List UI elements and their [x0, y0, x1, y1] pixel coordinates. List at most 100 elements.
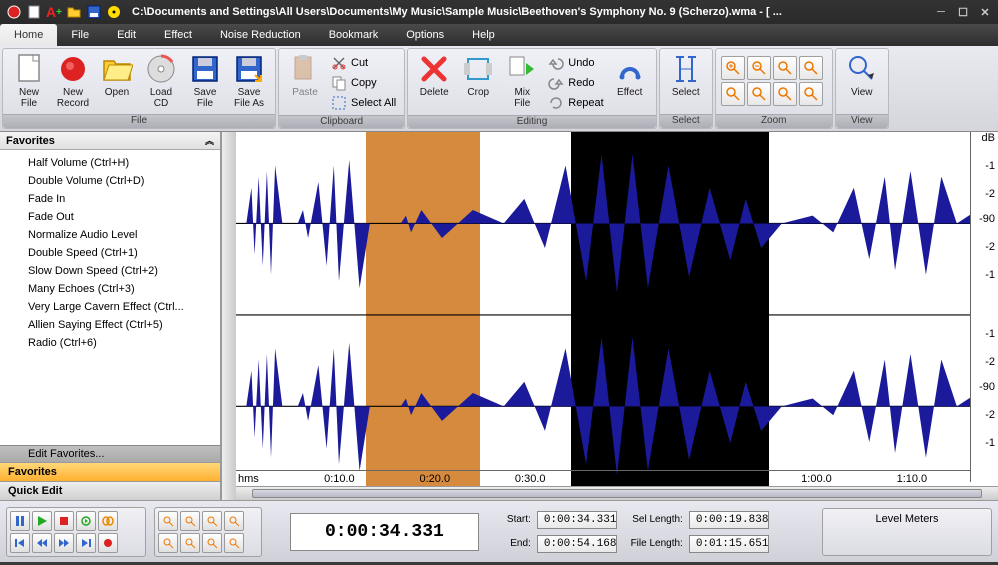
zoom-8[interactable] — [224, 533, 244, 553]
group-view-label: View — [836, 114, 888, 128]
quick-edit-panel-button[interactable]: Quick Edit — [0, 481, 220, 500]
zoom-v-out-button[interactable] — [747, 82, 771, 106]
save-file-as-button[interactable]: SaveFile As — [227, 51, 271, 111]
time-display: 0:00:34.331 — [290, 513, 479, 551]
transport-panel — [6, 507, 146, 557]
tab-home[interactable]: Home — [0, 24, 57, 46]
loop-button[interactable] — [98, 511, 118, 531]
rewind-button[interactable] — [32, 533, 52, 553]
favorites-list: Half Volume (Ctrl+H) Double Volume (Ctrl… — [0, 150, 220, 445]
tab-edit[interactable]: Edit — [103, 24, 150, 46]
zoom-v-in-button[interactable] — [721, 82, 745, 106]
list-item[interactable]: Slow Down Speed (Ctrl+2) — [0, 262, 220, 280]
view-button[interactable]: View — [840, 51, 884, 100]
zoom-out-button[interactable] — [747, 56, 771, 80]
time-ruler: hms 0:10.0 0:20.0 0:30.0 0:40.0 0:50.0 1… — [236, 470, 970, 486]
pause-button[interactable] — [10, 511, 30, 531]
stop-button[interactable] — [54, 511, 74, 531]
redo-button[interactable]: Redo — [544, 73, 607, 93]
end-label: End: — [499, 538, 531, 549]
favorites-panel-button[interactable]: Favorites — [0, 462, 220, 481]
open-folder-icon[interactable] — [66, 4, 82, 20]
list-item[interactable]: Fade Out — [0, 208, 220, 226]
zoom-full-button[interactable] — [773, 56, 797, 80]
zoom-sel-button[interactable] — [799, 56, 823, 80]
group-clipboard-label: Clipboard — [279, 115, 404, 128]
load-cd-button[interactable]: LoadCD — [139, 51, 183, 111]
undo-button[interactable]: Undo — [544, 53, 607, 73]
zoom-7[interactable] — [202, 533, 222, 553]
mix-file-button[interactable]: MixFile — [500, 51, 544, 111]
new-record-button[interactable]: NewRecord — [51, 51, 95, 111]
effect-button[interactable]: Effect — [608, 51, 652, 100]
tab-noise-reduction[interactable]: Noise Reduction — [206, 24, 315, 46]
zoom-1[interactable] — [158, 511, 178, 531]
zoom-5[interactable] — [158, 533, 178, 553]
tab-bookmark[interactable]: Bookmark — [315, 24, 393, 46]
horizontal-scrollbar[interactable] — [236, 486, 998, 500]
maximize-button[interactable]: ☐ — [956, 5, 970, 19]
radiation-icon[interactable] — [106, 4, 122, 20]
crop-button[interactable]: Crop — [456, 51, 500, 100]
save-file-button[interactable]: SaveFile — [183, 51, 227, 111]
list-item[interactable]: Double Speed (Ctrl+1) — [0, 244, 220, 262]
file-length-value: 0:01:15.651 — [689, 535, 769, 553]
zoom-6[interactable] — [180, 533, 200, 553]
zoom-4[interactable] — [224, 511, 244, 531]
zoom-2[interactable] — [180, 511, 200, 531]
play-sel-button[interactable] — [76, 511, 96, 531]
zoom-in-button[interactable] — [721, 56, 745, 80]
list-item[interactable]: Radio (Ctrl+6) — [0, 334, 220, 352]
paste-button[interactable]: Paste — [283, 51, 327, 100]
list-item[interactable]: Double Volume (Ctrl+D) — [0, 172, 220, 190]
new-file-button[interactable]: NewFile — [7, 51, 51, 111]
zoom-b7-button[interactable] — [773, 82, 797, 106]
zoom-3[interactable] — [202, 511, 222, 531]
list-item[interactable]: Many Echoes (Ctrl+3) — [0, 280, 220, 298]
list-item[interactable]: Very Large Cavern Effect (Ctrl... — [0, 298, 220, 316]
close-button[interactable]: ✕ — [978, 5, 992, 19]
group-zoom-label: Zoom — [716, 114, 832, 128]
save-icon[interactable] — [86, 4, 102, 20]
list-item[interactable]: Allien Saying Effect (Ctrl+5) — [0, 316, 220, 334]
forward-end-button[interactable] — [76, 533, 96, 553]
play-button[interactable] — [32, 511, 52, 531]
rewind-start-button[interactable] — [10, 533, 30, 553]
record-app-icon — [6, 4, 22, 20]
end-value[interactable]: 0:00:54.168 — [537, 535, 617, 553]
list-item[interactable]: Fade In — [0, 190, 220, 208]
tab-help[interactable]: Help — [458, 24, 509, 46]
zoom-panel — [154, 507, 262, 557]
new-icon[interactable] — [26, 4, 42, 20]
collapse-icon[interactable]: ︽ — [205, 134, 214, 147]
sidebar-scrollbar[interactable] — [221, 132, 235, 500]
delete-button[interactable]: Delete — [412, 51, 456, 100]
tab-file[interactable]: File — [57, 24, 103, 46]
record-button[interactable] — [98, 533, 118, 553]
waveform-canvas[interactable]: dB -1 -2 -90 -2 -1 -1 -2 -90 -2 -1 hms 0… — [235, 132, 998, 500]
repeat-button[interactable]: Repeat — [544, 93, 607, 113]
edit-favorites-button[interactable]: Edit Favorites... — [0, 445, 220, 462]
sel-length-value[interactable]: 0:00:19.838 — [689, 511, 769, 529]
start-value[interactable]: 0:00:34.331 — [537, 511, 617, 529]
cut-button[interactable]: Cut — [327, 53, 400, 73]
list-item[interactable]: Normalize Audio Level — [0, 226, 220, 244]
copy-button[interactable]: Copy — [327, 73, 400, 93]
zoom-b8-button[interactable] — [799, 82, 823, 106]
select-button[interactable]: Select — [664, 51, 708, 100]
select-all-button[interactable]: Select All — [327, 93, 400, 113]
group-file-label: File — [3, 114, 275, 128]
tab-effect[interactable]: Effect — [150, 24, 206, 46]
menubar: Home File Edit Effect Noise Reduction Bo… — [0, 24, 998, 46]
tab-options[interactable]: Options — [392, 24, 458, 46]
list-item[interactable]: Half Volume (Ctrl+H) — [0, 154, 220, 172]
open-button[interactable]: Open — [95, 51, 139, 100]
sel-length-label: Sel Length: — [623, 514, 683, 525]
minimize-button[interactable]: ─ — [934, 5, 948, 19]
file-length-label: File Length: — [623, 538, 683, 549]
start-label: Start: — [499, 514, 531, 525]
forward-button[interactable] — [54, 533, 74, 553]
group-editing-label: Editing — [408, 115, 655, 128]
add-letter-icon[interactable]: A+ — [46, 4, 62, 20]
level-meters: Level Meters — [822, 508, 992, 556]
